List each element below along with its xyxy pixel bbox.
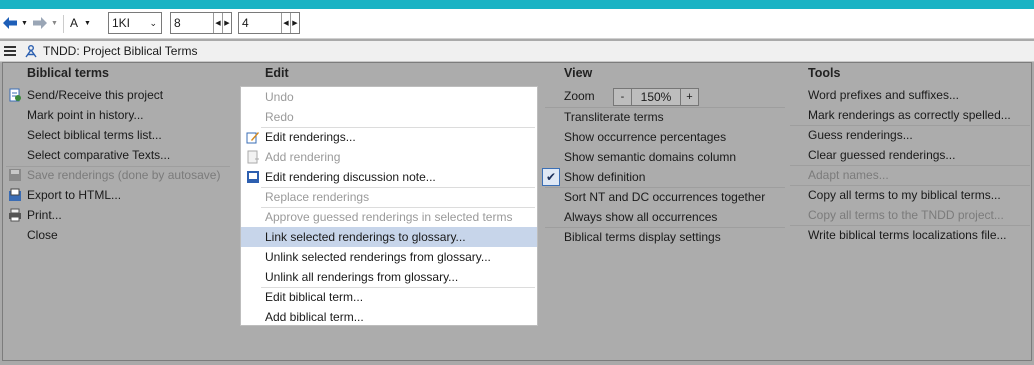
chevron-down-icon: ⌄ <box>149 17 157 28</box>
window-title: TNDD: Project Biblical Terms <box>43 44 198 58</box>
chevron-down-icon: ▼ <box>84 19 91 27</box>
edit-dropdown: Undo Redo Edit renderings... Add renderi… <box>240 86 538 326</box>
menu-item-close[interactable]: Close <box>27 225 58 245</box>
menu-item-show-definition[interactable]: Show definition <box>564 167 645 187</box>
menu-item-add-biblical-term[interactable]: Add biblical term... <box>241 307 537 327</box>
back-button[interactable]: ▼ <box>2 12 28 34</box>
navigation-toolbar: ▼ ▼ A ▼ 1KI ⌄ 8 ◀ ▶ 4 ◀ ▶ <box>0 9 1034 39</box>
font-label: A <box>70 16 79 30</box>
checkmark-icon: ✔ <box>542 168 560 186</box>
font-menu-button[interactable]: A ▼ <box>70 12 91 34</box>
chapter-prev-icon[interactable]: ◀ <box>213 13 222 33</box>
zoom-label: Zoom <box>564 89 595 103</box>
menu-item-save-renderings: Save renderings (done by autosave) <box>27 168 221 182</box>
printer-icon <box>9 208 21 222</box>
toolbar-divider <box>63 15 64 33</box>
menu-item-copy-to-my-terms[interactable]: Copy all terms to my biblical terms... <box>808 185 1001 205</box>
menu-header-view[interactable]: View <box>564 66 592 80</box>
menu-item-show-occurrence-percentages[interactable]: Show occurrence percentages <box>564 127 726 147</box>
menu-item-edit-renderings[interactable]: Edit renderings... <box>241 127 537 147</box>
menu-item-mark-point-history[interactable]: Mark point in history... <box>27 105 143 125</box>
window-titlebar: TNDD: Project Biblical Terms <box>0 41 1034 62</box>
zoom-control: - 150% + <box>613 88 699 106</box>
menu-item-show-semantic-domains[interactable]: Show semantic domains column <box>564 147 736 167</box>
menu-item-export-html[interactable]: Export to HTML... <box>27 185 121 205</box>
menu-item-link-glossary[interactable]: Link selected renderings to glossary... <box>241 227 537 247</box>
verse-value: 4 <box>242 16 249 30</box>
chevron-down-icon: ▼ <box>21 19 28 27</box>
back-arrow-icon <box>3 17 17 29</box>
biblical-terms-icon <box>25 45 37 58</box>
menu-header-edit[interactable]: Edit <box>265 66 289 80</box>
menu-item-sort-nt-dc[interactable]: Sort NT and DC occurrences together <box>564 187 765 207</box>
menu-item-adapt-names: Adapt names... <box>808 168 889 182</box>
menu-item-edit-biblical-term[interactable]: Edit biblical term... <box>241 287 537 307</box>
menu-item-copy-to-project: Copy all terms to the TNDD project... <box>808 208 1004 222</box>
verse-spinner[interactable]: 4 ◀ ▶ <box>238 12 300 34</box>
menu-item-send-receive[interactable]: Send/Receive this project <box>27 85 163 105</box>
menu-item-add-rendering: Add rendering <box>265 150 341 164</box>
chapter-next-icon[interactable]: ▶ <box>222 13 231 33</box>
chapter-value: 8 <box>174 16 181 30</box>
menu-item-clear-guessed[interactable]: Clear guessed renderings... <box>808 145 955 165</box>
menu-item-always-show-occurrences[interactable]: Always show all occurrences <box>564 207 717 227</box>
menu-header-biblical-terms[interactable]: Biblical terms <box>27 66 109 80</box>
verse-prev-icon[interactable]: ◀ <box>281 13 290 33</box>
menu-item-select-terms-list[interactable]: Select biblical terms list... <box>27 125 162 145</box>
app-title-strip <box>0 0 1034 9</box>
menu-header-tools[interactable]: Tools <box>808 66 840 80</box>
send-receive-icon <box>9 88 21 102</box>
save-disk-icon <box>9 169 21 181</box>
menu-item-replace-renderings: Replace renderings <box>265 190 370 204</box>
menu-item-mark-correctly-spelled[interactable]: Mark renderings as correctly spelled... <box>808 105 1011 125</box>
menu-item-transliterate-terms[interactable]: Transliterate terms <box>564 107 664 127</box>
zoom-value: 150% <box>640 90 672 104</box>
menu-item-edit-discussion-note[interactable]: Edit rendering discussion note... <box>241 167 537 187</box>
chevron-down-icon: ▼ <box>51 19 58 27</box>
book-select[interactable]: 1KI ⌄ <box>108 12 162 34</box>
menu-item-unlink-all-glossary[interactable]: Unlink all renderings from glossary... <box>241 267 537 287</box>
menu-item-guess-renderings[interactable]: Guess renderings... <box>808 125 913 145</box>
zoom-out-button[interactable]: - <box>614 89 632 105</box>
chapter-spinner[interactable]: 8 ◀ ▶ <box>170 12 232 34</box>
menu-item-display-settings[interactable]: Biblical terms display settings <box>564 227 721 247</box>
menu-item-unlink-selected-glossary[interactable]: Unlink selected renderings from glossary… <box>241 247 537 267</box>
menu-item-print[interactable]: Print... <box>27 205 62 225</box>
book-value: 1KI <box>112 16 131 30</box>
hamburger-menu-icon[interactable] <box>4 46 16 56</box>
menu-item-select-comparative-texts[interactable]: Select comparative Texts... <box>27 145 170 165</box>
forward-arrow-icon <box>33 17 47 29</box>
menu-item-redo: Redo <box>265 110 294 124</box>
export-html-icon <box>9 188 21 201</box>
menu-item-approve-guessed: Approve guessed renderings in selected t… <box>265 210 513 224</box>
forward-button[interactable]: ▼ <box>32 12 58 34</box>
menu-item-word-prefixes[interactable]: Word prefixes and suffixes... <box>808 85 959 105</box>
menu-item-undo: Undo <box>265 90 294 104</box>
menu-item-write-localizations[interactable]: Write biblical terms localizations file.… <box>808 225 1007 245</box>
verse-next-icon[interactable]: ▶ <box>290 13 299 33</box>
zoom-in-button[interactable]: + <box>680 89 698 105</box>
